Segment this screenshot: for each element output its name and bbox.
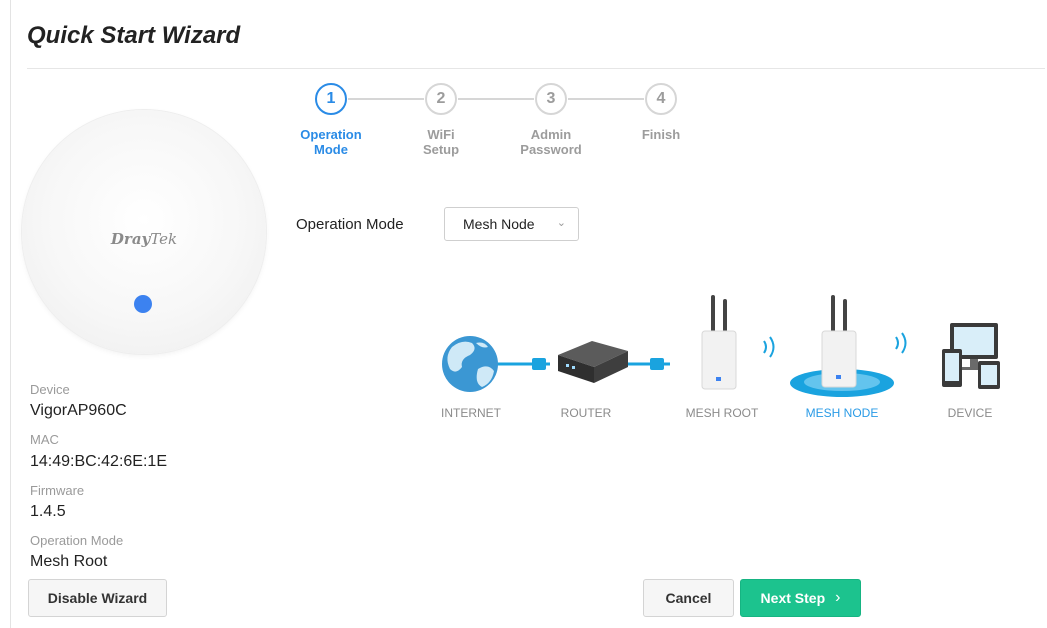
device-value: VigorAP960C bbox=[30, 402, 127, 419]
device-label: Device bbox=[30, 382, 70, 397]
mac-value: 14:49:BC:42:6E:1E bbox=[30, 453, 167, 470]
step-connector-2 bbox=[458, 98, 534, 100]
status-led-icon bbox=[134, 295, 152, 313]
brand-logo: DrayTek bbox=[110, 230, 178, 248]
step-connector-3 bbox=[568, 98, 644, 100]
title-divider bbox=[27, 68, 1045, 69]
operation-mode-info-label: Operation Mode bbox=[30, 533, 124, 548]
diagram-label-mesh-root: MESH ROOT bbox=[685, 406, 759, 420]
cancel-button[interactable]: Cancel bbox=[643, 579, 734, 617]
topology-diagram bbox=[442, 295, 1000, 397]
step-4-circle: 4 bbox=[645, 83, 677, 115]
step-connector-1 bbox=[348, 98, 424, 100]
diagram-label-mesh-node: MESH NODE bbox=[805, 406, 879, 420]
globe-icon bbox=[442, 336, 498, 392]
diagram-label-device: DEVICE bbox=[947, 406, 993, 420]
page-left-border bbox=[10, 0, 11, 628]
chevron-right-icon: › bbox=[835, 589, 841, 606]
operation-mode-field-label: Operation Mode bbox=[296, 216, 404, 233]
next-step-label: Next Step bbox=[760, 590, 826, 606]
wifi-signal-icon bbox=[763, 336, 775, 358]
step-1-circle: 1 bbox=[315, 83, 347, 115]
cable-internet-router bbox=[490, 358, 550, 370]
page-title: Quick Start Wizard bbox=[27, 22, 241, 49]
firmware-label: Firmware bbox=[30, 483, 85, 498]
operation-mode-select[interactable]: Mesh Node ⌄ bbox=[444, 207, 579, 241]
operation-mode-select-value: Mesh Node bbox=[463, 216, 535, 232]
step-2-circle: 2 bbox=[425, 83, 457, 115]
step-1-label: Operation Mode bbox=[300, 127, 362, 157]
operation-mode-info-value: Mesh Root bbox=[30, 553, 108, 570]
step-4-label: Finish bbox=[641, 127, 681, 142]
mesh-node-ap-icon bbox=[790, 295, 894, 397]
disable-wizard-button[interactable]: Disable Wizard bbox=[28, 579, 167, 617]
step-3-label: Admin Password bbox=[520, 127, 582, 157]
mac-label: MAC bbox=[30, 432, 59, 447]
diagram-label-internet: INTERNET bbox=[441, 406, 501, 420]
step-3-circle: 3 bbox=[535, 83, 567, 115]
diagram-label-router: ROUTER bbox=[560, 406, 612, 420]
step-2-label: WiFi Setup bbox=[422, 127, 460, 157]
wifi-signal-icon bbox=[895, 332, 907, 354]
chevron-down-icon: ⌄ bbox=[556, 217, 566, 229]
cable-router-meshroot bbox=[628, 358, 670, 370]
mesh-root-ap-icon bbox=[701, 295, 737, 390]
next-step-button[interactable]: Next Step › bbox=[740, 579, 861, 617]
router-icon bbox=[558, 341, 628, 383]
client-device-icon bbox=[942, 323, 1000, 389]
firmware-value: 1.4.5 bbox=[30, 503, 66, 520]
